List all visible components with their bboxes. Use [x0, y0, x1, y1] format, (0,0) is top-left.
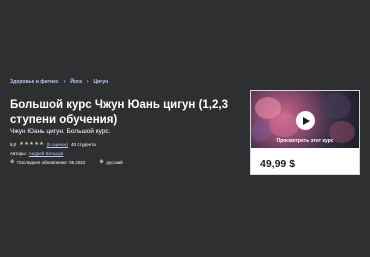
star-icon: ★ [39, 141, 44, 147]
preview-label: Просмотреть этот курс [276, 138, 334, 144]
breadcrumb: Здоровье и фитнес › Йога › Цигун [10, 79, 108, 85]
star-icon: ★ [19, 141, 24, 147]
reviews-link[interactable]: (5 оценок) [47, 142, 68, 147]
course-language: русский [106, 159, 123, 165]
authors-row: Авторы: Андрей Бельцов [10, 151, 63, 156]
rating-value: 5,0 [10, 142, 17, 147]
star-icon: ★ [24, 141, 29, 147]
last-updated: Последнее обновление: 05.2022 [17, 159, 86, 165]
breadcrumb-yoga[interactable]: Йога [70, 79, 82, 85]
authors-label: Авторы: [10, 151, 27, 156]
chevron-right-icon: › [63, 79, 66, 85]
course-title: Большой курс Чжун Юань цигун (1,2,3 ступ… [10, 99, 228, 126]
play-icon [303, 116, 310, 125]
course-price: 49,99 $ [260, 158, 296, 170]
star-icon: ★ [34, 141, 39, 147]
rating-stars: ★ ★ ★ ★ ★ [19, 142, 43, 147]
course-preview[interactable]: Просмотреть этот курс [251, 91, 359, 148]
play-button[interactable] [296, 111, 315, 130]
chevron-right-icon: › [86, 79, 89, 85]
breadcrumb-health-fitness[interactable]: Здоровье и фитнес [10, 79, 59, 85]
meta-row: ⊛ Последнее обновление: 05.2022 ⊕ русски… [10, 159, 123, 165]
course-subtitle: Чжун Юань цигун. Большой курс. [10, 128, 111, 135]
star-icon: ★ [29, 141, 34, 147]
breadcrumb-qigong[interactable]: Цигун [94, 79, 109, 85]
rating-row: 5,0 ★ ★ ★ ★ ★ (5 оценок) 40 студента [10, 142, 96, 148]
author-link[interactable]: Андрей Бельцов [29, 151, 64, 156]
course-card: Просмотреть этот курс 49,99 $ [250, 90, 360, 175]
students-count: 40 студента [70, 142, 96, 147]
update-alert-icon: ⊛ [10, 159, 15, 165]
globe-icon: ⊕ [99, 159, 104, 165]
